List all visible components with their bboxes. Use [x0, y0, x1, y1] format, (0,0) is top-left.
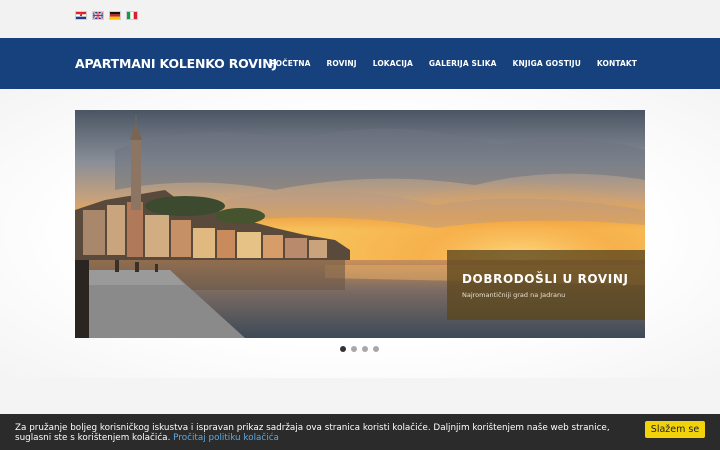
- site-logo[interactable]: APARTMANI KOLENKO ROVINJ: [75, 56, 277, 71]
- main-navbar: APARTMANI KOLENKO ROVINJ POČETNA ROVINJ …: [0, 38, 720, 89]
- slide-caption-subtitle: Najromantičniji grad na Jadranu: [462, 291, 566, 299]
- top-bar: [0, 0, 720, 38]
- uk-flag-icon[interactable]: [92, 11, 104, 20]
- slide-caption-title: DOBRODOŠLI U ROVINJ: [462, 272, 629, 286]
- menu-item-galerija-slika[interactable]: GALERIJA SLIKA: [429, 59, 497, 68]
- slider-dot[interactable]: [362, 346, 368, 352]
- croatian-flag-icon[interactable]: [75, 11, 87, 20]
- menu-item-pocetna[interactable]: POČETNA: [270, 59, 310, 68]
- slider-pagination: [340, 346, 379, 352]
- italian-flag-icon[interactable]: [126, 11, 138, 20]
- german-flag-icon[interactable]: [109, 11, 121, 20]
- slide-image[interactable]: DOBRODOŠLI U ROVINJ Najromantičniji grad…: [75, 110, 645, 338]
- cookie-consent-bar: Za pružanje boljeg korisničkog iskustva …: [0, 414, 720, 450]
- main-menu: POČETNA ROVINJ LOKACIJA GALERIJA SLIKA K…: [270, 59, 637, 68]
- menu-item-kontakt[interactable]: KONTAKT: [597, 59, 637, 68]
- slider-dot[interactable]: [373, 346, 379, 352]
- menu-item-knjiga-gostiju[interactable]: KNJIGA GOSTIJU: [513, 59, 581, 68]
- language-switcher: [75, 11, 138, 20]
- cookie-message: Za pružanje boljeg korisničkog iskustva …: [15, 423, 635, 443]
- cookie-message-text: Za pružanje boljeg korisničkog iskustva …: [15, 423, 610, 443]
- slide-caption: DOBRODOŠLI U ROVINJ Najromantičniji grad…: [447, 250, 645, 320]
- slider-dot[interactable]: [340, 346, 346, 352]
- cookie-policy-link[interactable]: Pročitaj politiku kolačića: [173, 433, 279, 443]
- slider-dot[interactable]: [351, 346, 357, 352]
- hero-slider: DOBRODOŠLI U ROVINJ Najromantičniji grad…: [0, 89, 720, 378]
- menu-item-rovinj[interactable]: ROVINJ: [326, 59, 356, 68]
- cookie-accept-button[interactable]: Slažem se: [645, 421, 705, 438]
- menu-item-lokacija[interactable]: LOKACIJA: [373, 59, 413, 68]
